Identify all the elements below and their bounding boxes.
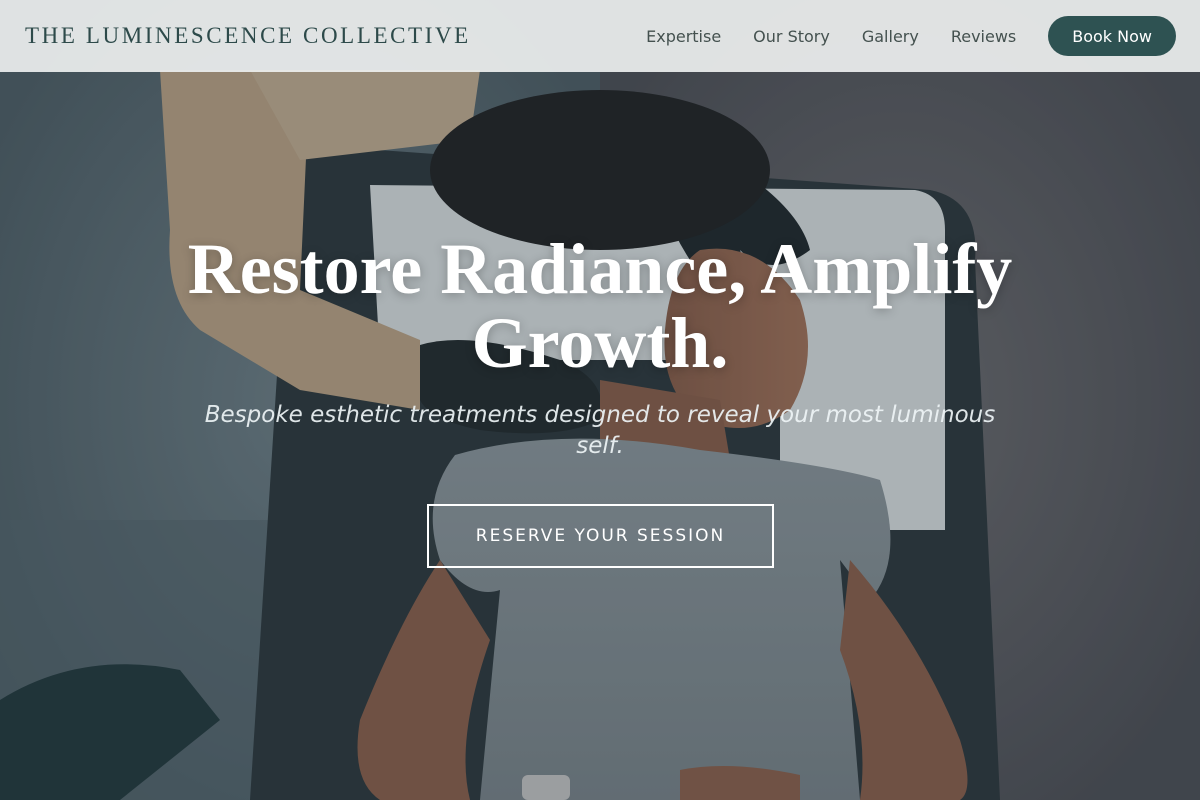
reserve-session-button[interactable]: RESERVE YOUR SESSION: [427, 504, 774, 568]
site-header: THE LUMINESCENCE COLLECTIVE Expertise Ou…: [0, 0, 1200, 72]
hero-section: Restore Radiance, Amplify Growth. Bespok…: [0, 0, 1200, 800]
nav-link-our-story[interactable]: Our Story: [753, 27, 830, 46]
main-nav: Expertise Our Story Gallery Reviews Book…: [646, 16, 1176, 56]
hero-subtitle: Bespoke esthetic treatments designed to …: [204, 402, 996, 459]
site-logo[interactable]: THE LUMINESCENCE COLLECTIVE: [25, 23, 471, 49]
book-now-button[interactable]: Book Now: [1048, 16, 1176, 56]
hero-title: Restore Radiance, Amplify Growth.: [187, 229, 1013, 383]
nav-link-expertise[interactable]: Expertise: [646, 27, 721, 46]
nav-link-reviews[interactable]: Reviews: [951, 27, 1016, 46]
nav-link-gallery[interactable]: Gallery: [862, 27, 919, 46]
